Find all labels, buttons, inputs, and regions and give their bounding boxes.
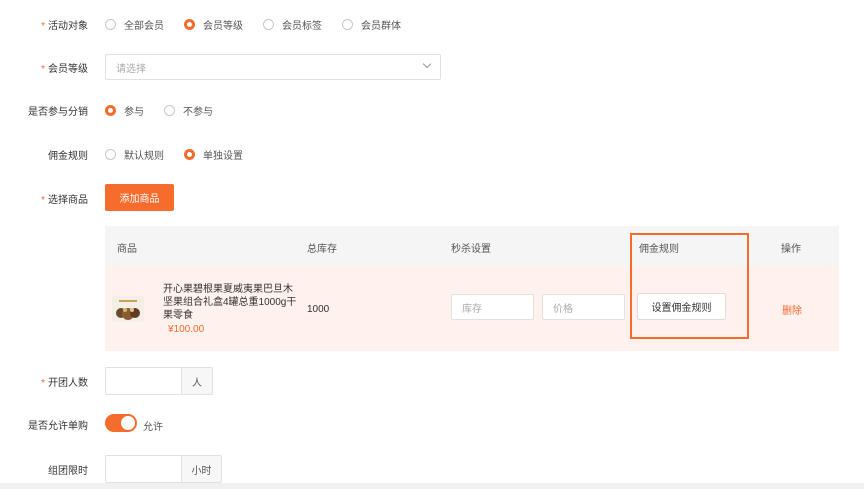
target-row: * 活动对象 全部会员 会员等级 会员标签 会员群体 xyxy=(0,14,864,34)
radio-member-tag[interactable]: 会员标签 xyxy=(263,17,322,32)
radio-circle[interactable] xyxy=(105,19,116,30)
product-image-icon xyxy=(112,296,144,322)
time-limit-label: 组团限时 xyxy=(48,465,88,477)
commission-row: 佣金规则 默认规则 单独设置 xyxy=(0,144,864,164)
goods-table: 商品 总库存 秒杀设置 佣金规则 操作 开心果碧根果夏威夷果巴旦木坚果组合礼盒4… xyxy=(105,226,839,351)
group-size-label: * 开团人数 xyxy=(41,377,88,389)
radio-member-group[interactable]: 会员群体 xyxy=(342,17,401,32)
col-commission: 佣金规则 xyxy=(639,244,679,255)
flash-stock-input[interactable]: 库存 xyxy=(451,294,534,320)
radio-default-rule[interactable]: 默认规则 xyxy=(105,147,164,162)
radio-not-participate[interactable]: 不参与 xyxy=(164,103,213,118)
radio-circle[interactable] xyxy=(164,105,175,116)
level-row: * 会员等级 请选择 xyxy=(0,53,864,81)
radio-circle[interactable] xyxy=(105,149,116,160)
target-label: * 活动对象 xyxy=(41,20,88,32)
col-goods: 商品 xyxy=(117,244,137,255)
add-goods-button[interactable]: 添加商品 xyxy=(105,184,174,211)
radio-circle[interactable] xyxy=(263,19,274,30)
goods-label: * 选择商品 xyxy=(41,194,88,206)
allow-single-label: 是否允许单购 xyxy=(28,420,88,432)
time-limit-unit: 小时 xyxy=(181,455,222,483)
radio-circle-checked[interactable] xyxy=(105,105,116,116)
set-commission-rule-button[interactable]: 设置佣金规则 xyxy=(637,293,726,320)
radio-circle-checked[interactable] xyxy=(184,149,195,160)
radio-circle-checked[interactable] xyxy=(184,19,195,30)
toggle-knob xyxy=(121,416,135,430)
distribution-row: 是否参与分销 参与 不参与 xyxy=(0,100,864,120)
member-level-select[interactable]: 请选择 xyxy=(105,54,441,80)
col-stock: 总库存 xyxy=(307,244,337,255)
goods-price: ¥100.00 xyxy=(168,324,205,335)
allow-single-toggle[interactable] xyxy=(105,414,137,432)
radio-participate[interactable]: 参与 xyxy=(105,103,144,118)
group-size-unit: 人 xyxy=(181,367,213,395)
table-row: 开心果碧根果夏威夷果巴旦木坚果组合礼盒4罐总重1000g干果零食 ¥100.00… xyxy=(105,266,839,351)
radio-circle[interactable] xyxy=(342,19,353,30)
radio-member-level[interactable]: 会员等级 xyxy=(184,17,243,32)
radio-all-members[interactable]: 全部会员 xyxy=(105,17,164,32)
goods-thumbnail xyxy=(112,296,144,322)
goods-title: 开心果碧根果夏威夷果巴旦木坚果组合礼盒4罐总重1000g干果零食 xyxy=(163,284,297,321)
allow-single-toggle-text: 允许 xyxy=(143,422,163,433)
flash-price-input[interactable]: 价格 xyxy=(542,294,625,320)
radio-custom-rule[interactable]: 单独设置 xyxy=(184,147,243,162)
col-actions: 操作 xyxy=(781,244,801,255)
delete-link[interactable]: 删除 xyxy=(782,302,802,317)
chevron-down-icon xyxy=(422,59,432,69)
group-size-input[interactable] xyxy=(105,367,181,395)
target-radio-group: 全部会员 会员等级 会员标签 会员群体 xyxy=(105,17,421,32)
col-flash-sale: 秒杀设置 xyxy=(451,244,491,255)
group-size-input-group: 人 xyxy=(105,367,213,395)
bottom-divider xyxy=(0,483,864,489)
time-limit-input[interactable] xyxy=(105,455,181,483)
total-stock: 1000 xyxy=(307,304,330,315)
time-limit-input-group: 小时 xyxy=(105,455,222,483)
level-label: * 会员等级 xyxy=(41,63,88,75)
distribution-label: 是否参与分销 xyxy=(28,106,88,118)
table-header: 商品 总库存 秒杀设置 佣金规则 操作 xyxy=(105,226,839,266)
distribution-radio-group: 参与 不参与 xyxy=(105,103,233,118)
commission-radio-group: 默认规则 单独设置 xyxy=(105,147,263,162)
commission-label: 佣金规则 xyxy=(48,150,88,162)
